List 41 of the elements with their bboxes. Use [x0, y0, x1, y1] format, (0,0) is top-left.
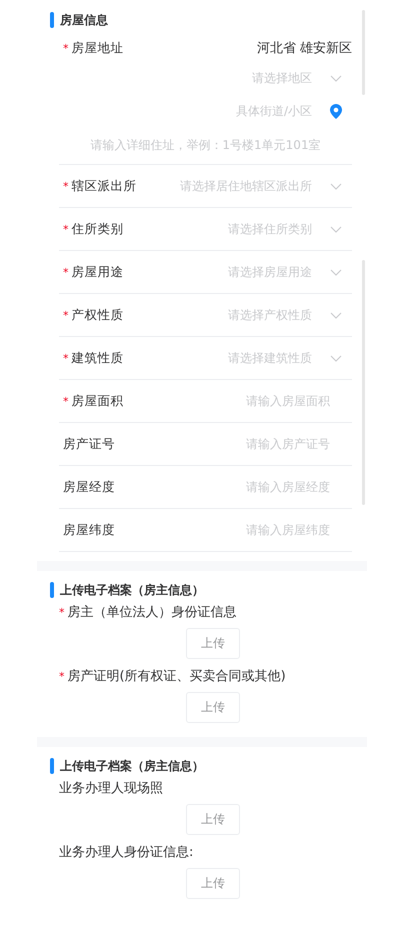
- section-title: 上传电子档案（房主信息）: [60, 582, 204, 598]
- field-label: 住所类别: [72, 220, 124, 236]
- section-marker: [50, 12, 54, 28]
- required-asterisk: *: [59, 670, 64, 682]
- section-title: 房屋信息: [60, 12, 108, 28]
- chevron-down-icon: [330, 182, 342, 190]
- field-label: 房屋纬度: [63, 522, 115, 536]
- field-label: 辖区派出所: [72, 178, 136, 192]
- required-asterisk: *: [63, 266, 68, 278]
- location-pin-icon[interactable]: [330, 104, 342, 119]
- field-label: 房屋地址: [72, 40, 124, 54]
- field-label: 房屋用途: [72, 264, 124, 278]
- chevron-down-icon: [330, 75, 342, 82]
- chevron-down-icon: [330, 226, 342, 232]
- required-asterisk: *: [63, 42, 68, 54]
- required-asterisk: *: [63, 180, 68, 192]
- field-label: 房屋面积: [72, 392, 124, 408]
- upload-label: 业务办理人现场照: [59, 780, 163, 797]
- section-marker: [50, 582, 54, 598]
- chevron-down-icon: [330, 354, 342, 362]
- field-label: 房屋经度: [63, 478, 115, 494]
- upload-button[interactable]: 上传: [186, 868, 240, 899]
- field-label: 房产证号: [63, 436, 115, 450]
- upload-label: 房产证明(所有权证、买卖合同或其他): [68, 668, 286, 685]
- section-marker: [50, 758, 54, 774]
- required-asterisk: *: [63, 222, 68, 236]
- field-label: 建筑性质: [72, 350, 124, 364]
- section-title: 上传电子档案（房主信息）: [60, 758, 204, 774]
- required-asterisk: *: [63, 352, 68, 364]
- address-value: 河北省 雄安新区: [256, 40, 352, 57]
- required-asterisk: *: [63, 394, 68, 408]
- required-asterisk: *: [63, 308, 68, 322]
- upload-button[interactable]: 上传: [186, 804, 240, 835]
- upload-label: 房主（单位法人）身份证信息: [68, 604, 236, 621]
- chevron-down-icon: [330, 268, 342, 276]
- upload-button[interactable]: 上传: [186, 628, 240, 659]
- upload-button[interactable]: 上传: [186, 692, 240, 723]
- required-asterisk: *: [59, 606, 64, 618]
- chevron-down-icon: [330, 312, 342, 318]
- upload-label: 业务办理人身份证信息:: [59, 844, 194, 861]
- field-label: 产权性质: [72, 306, 124, 322]
